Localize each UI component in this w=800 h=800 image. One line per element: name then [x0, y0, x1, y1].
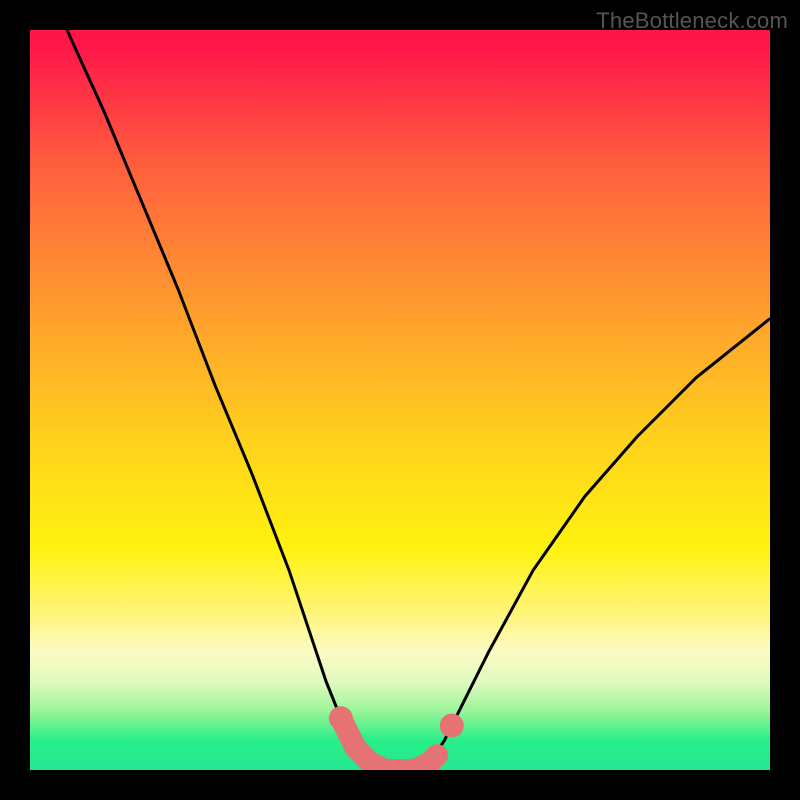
marker-dot — [440, 714, 464, 738]
curve-path — [67, 30, 770, 770]
bottleneck-curve — [30, 30, 770, 770]
marker-dot — [426, 744, 448, 766]
watermark-label: TheBottleneck.com — [596, 8, 788, 34]
marker-group — [329, 706, 464, 770]
chart-frame: TheBottleneck.com — [0, 0, 800, 800]
plot-area — [30, 30, 770, 770]
